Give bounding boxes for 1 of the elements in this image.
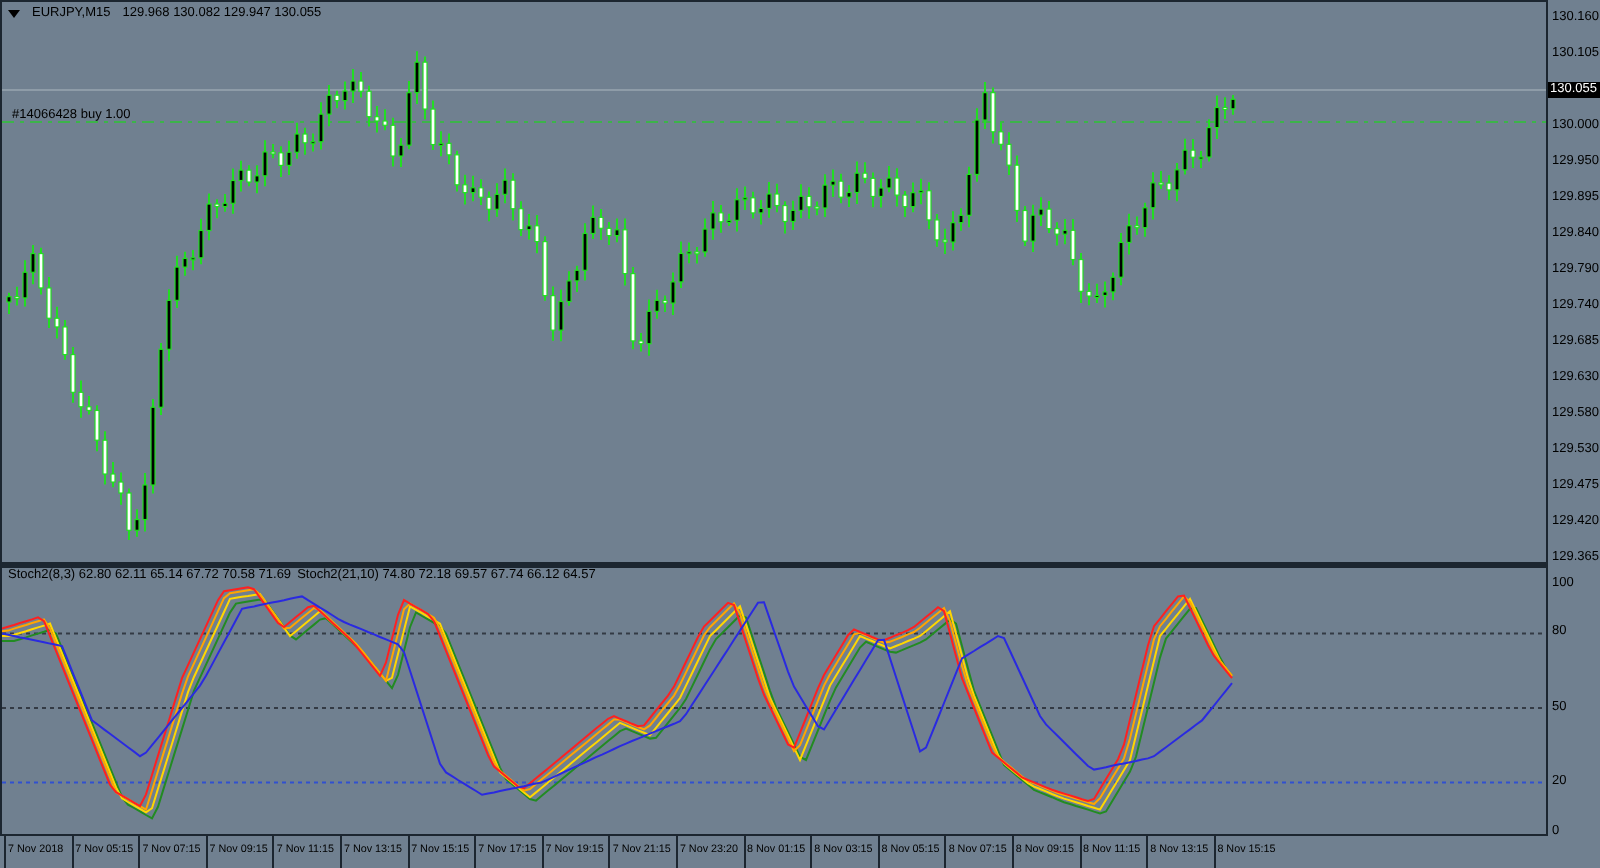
dropdown-triangle-icon[interactable] [8, 9, 20, 17]
